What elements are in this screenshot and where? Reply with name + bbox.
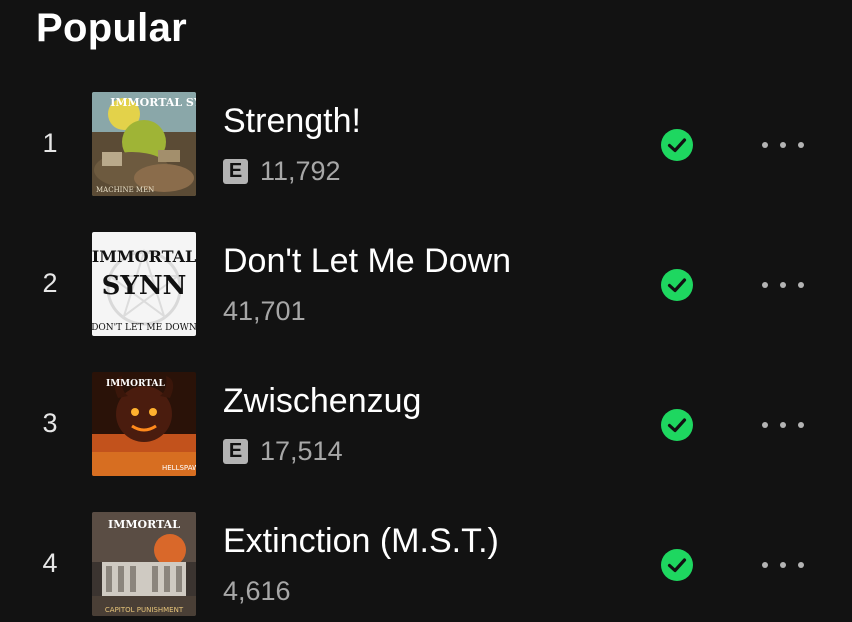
cover-art-text: IMMORTAL	[106, 379, 165, 389]
more-dots-icon	[762, 562, 768, 568]
cover-art-text-2: SYNN	[102, 271, 187, 301]
track-row[interactable]: 1 IMMORTAL SYNN MACHINE MEN Strength! E …	[0, 92, 852, 202]
more-dot	[798, 142, 804, 148]
more-dot	[780, 422, 786, 428]
more-dot	[780, 562, 786, 568]
more-dot	[798, 562, 804, 568]
track-row[interactable]: 2 IMMORTAL SYNN DON'T LET ME DOWN Don't …	[0, 232, 852, 342]
track-meta: 41,701	[223, 296, 306, 326]
track-rank: 4	[42, 548, 58, 578]
album-cover: IMMORTAL CAPITOL PUNISHMENT	[92, 512, 196, 616]
cover-art-text: IMMORTAL	[108, 518, 180, 531]
track-title: Strength!	[223, 102, 361, 140]
track-row[interactable]: 3 IMMORTAL HELLSPAWN Zwischenzug E 17,51…	[0, 372, 852, 482]
explicit-badge: E	[223, 158, 248, 184]
track-title: Don't Let Me Down	[223, 242, 512, 280]
cover-art-text: IMMORTAL SYNN	[110, 96, 196, 109]
track-rank: 3	[42, 408, 58, 438]
cover-art-text: IMMORTAL	[92, 247, 196, 266]
cover-caption: HELLSPAWN	[162, 464, 196, 472]
more-options-button[interactable]	[756, 408, 810, 442]
track-title: Zwischenzug	[223, 382, 422, 420]
check-circle-icon[interactable]	[660, 268, 694, 302]
more-options-button[interactable]	[756, 548, 810, 582]
explicit-badge: E	[223, 438, 248, 464]
album-cover: IMMORTAL SYNN MACHINE MEN	[92, 92, 196, 196]
cover-caption: CAPITOL PUNISHMENT	[105, 606, 184, 614]
play-count: 4,616	[223, 575, 291, 606]
play-count: 11,792	[260, 155, 341, 186]
more-dot	[798, 282, 804, 288]
cover-caption: DON'T LET ME DOWN	[92, 323, 196, 333]
play-count: 41,701	[223, 295, 306, 326]
track-title: Extinction (M.S.T.)	[223, 522, 499, 560]
more-dot	[780, 142, 786, 148]
check-circle-icon[interactable]	[660, 548, 694, 582]
track-rank: 1	[42, 128, 58, 158]
album-cover: IMMORTAL HELLSPAWN	[92, 372, 196, 476]
more-dots-icon	[762, 142, 768, 148]
album-cover: IMMORTAL SYNN DON'T LET ME DOWN	[92, 232, 196, 336]
more-dots-icon	[762, 422, 768, 428]
section-title: Popular	[36, 6, 188, 50]
more-options-button[interactable]	[756, 268, 810, 302]
more-dots-icon	[762, 282, 768, 288]
track-row[interactable]: 4 IMMORTAL CAPITOL PUNISHMENT Extinction…	[0, 512, 852, 622]
track-meta: E 17,514	[223, 436, 343, 466]
more-dot	[798, 422, 804, 428]
more-options-button[interactable]	[756, 128, 810, 162]
track-meta: E 11,792	[223, 156, 341, 186]
check-circle-icon[interactable]	[660, 408, 694, 442]
check-circle-icon[interactable]	[660, 128, 694, 162]
cover-caption: MACHINE MEN	[96, 186, 154, 194]
play-count: 17,514	[260, 435, 343, 466]
track-meta: 4,616	[223, 576, 291, 606]
track-rank: 2	[42, 268, 58, 298]
more-dot	[780, 282, 786, 288]
